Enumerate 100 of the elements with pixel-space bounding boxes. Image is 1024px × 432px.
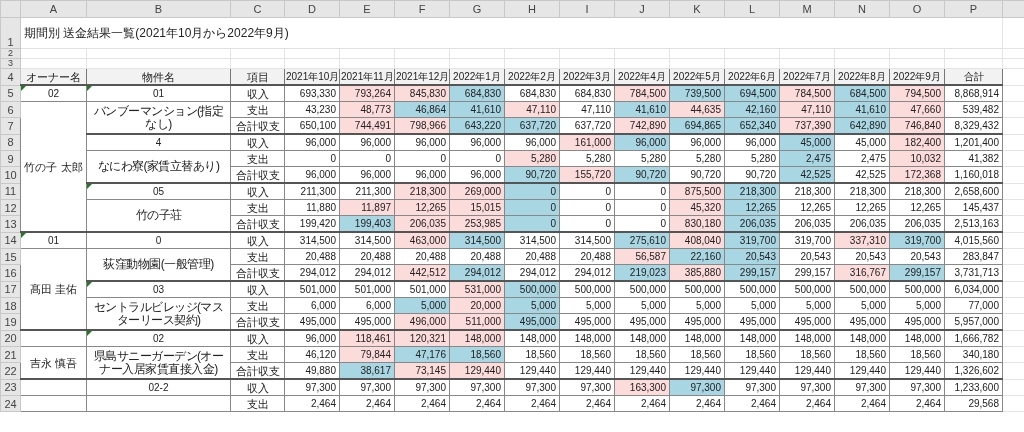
table-cell: 501,000 [339, 281, 395, 298]
table-cell: 96,000 [724, 134, 780, 151]
table-cell: 6,034,000 [944, 281, 1003, 298]
table-cell: 314,500 [559, 232, 615, 249]
column-header[interactable]: C [230, 0, 285, 18]
column-header[interactable]: O [889, 0, 945, 18]
column-header[interactable]: N [834, 0, 890, 18]
table-cell: 314,500 [339, 232, 395, 249]
table-cell: 45,000 [834, 134, 890, 151]
table-cell: 4,015,560 [944, 232, 1003, 249]
column-header[interactable]: P [944, 0, 1003, 18]
table-cell: 97,300 [779, 379, 835, 396]
table-cell: 314,500 [284, 232, 340, 249]
column-header[interactable]: E [339, 0, 395, 18]
table-cell: 97,300 [284, 379, 340, 396]
table-cell: 97,300 [834, 379, 890, 396]
table-cell: 0 [86, 232, 231, 249]
column-header[interactable]: J [614, 0, 670, 18]
table-cell: 96,000 [449, 134, 505, 151]
table-cell: 97,300 [724, 379, 780, 396]
table-cell: 97,300 [339, 379, 395, 396]
table-cell: 1,201,400 [944, 134, 1003, 151]
table-cell: 0 [504, 183, 560, 200]
table-cell: 500,000 [779, 281, 835, 298]
table-cell: 218,300 [724, 183, 780, 200]
owner-name: 髙田 圭佑 [20, 248, 87, 330]
table-cell: 500,000 [614, 281, 670, 298]
table-cell: 218,300 [779, 183, 835, 200]
table-cell: 275,610 [614, 232, 670, 249]
table-cell: 1,666,782 [944, 330, 1003, 347]
table-cell: 211,300 [284, 183, 340, 200]
column-header[interactable]: L [724, 0, 780, 18]
table-cell: 319,700 [889, 232, 945, 249]
table-cell: 118,461 [339, 330, 395, 347]
column-header[interactable]: K [669, 0, 725, 18]
table-cell: 501,000 [394, 281, 450, 298]
error-triangle-icon [87, 86, 92, 91]
table-cell: 218,300 [394, 183, 450, 200]
row-number[interactable]: 2 [0, 48, 21, 59]
error-triangle-icon [87, 184, 92, 189]
table-cell: 148,000 [724, 330, 780, 347]
table-cell: 148,000 [889, 330, 945, 347]
error-triangle-icon [21, 233, 26, 238]
table-cell: 収入 [230, 281, 285, 298]
table-cell: 314,500 [449, 232, 505, 249]
table-cell: 218,300 [889, 183, 945, 200]
table-cell: 500,000 [669, 281, 725, 298]
table-cell: 500,000 [559, 281, 615, 298]
table-cell: 501,000 [284, 281, 340, 298]
column-header[interactable]: B [86, 0, 231, 18]
table-cell: 96,000 [284, 134, 340, 151]
error-triangle-icon [87, 331, 92, 336]
column-header[interactable]: D [284, 0, 340, 18]
select-all-corner[interactable] [0, 0, 21, 18]
table-cell: 148,000 [504, 330, 560, 347]
table-cell: 収入 [230, 232, 285, 249]
table-cell: 01 [20, 232, 87, 249]
table-cell: 148,000 [614, 330, 670, 347]
table-cell: 4 [86, 134, 231, 151]
table-cell: 120,321 [394, 330, 450, 347]
table-cell: 182,400 [889, 134, 945, 151]
table-cell: 02 [86, 330, 231, 347]
table-cell: 45,000 [779, 134, 835, 151]
table-cell: 96,000 [394, 134, 450, 151]
table-cell: 96,000 [614, 134, 670, 151]
table-cell: 218,300 [834, 183, 890, 200]
table-cell: 05 [86, 183, 231, 200]
table-cell: 97,300 [889, 379, 945, 396]
column-header[interactable]: G [449, 0, 505, 18]
table-cell: 2,658,600 [944, 183, 1003, 200]
column-header[interactable]: A [20, 0, 87, 18]
table-cell: 148,000 [449, 330, 505, 347]
table-cell: 0 [559, 183, 615, 200]
table-cell: 163,300 [614, 379, 670, 396]
table-cell: 97,300 [559, 379, 615, 396]
table-cell: 96,000 [669, 134, 725, 151]
table-cell: 97,300 [449, 379, 505, 396]
table-cell: 1,233,600 [944, 379, 1003, 396]
table-cell: 875,500 [669, 183, 725, 200]
table-cell: 408,040 [669, 232, 725, 249]
table-cell: 500,000 [834, 281, 890, 298]
sheet-title: 期間別 送金結果一覧(2021年10月から2022年9月) [24, 26, 289, 40]
table-cell: 03 [86, 281, 231, 298]
table-cell: 211,300 [339, 183, 395, 200]
table-cell: 161,000 [559, 134, 615, 151]
error-triangle-icon [21, 86, 26, 91]
table-cell: 500,000 [504, 281, 560, 298]
table-cell: 収入 [230, 134, 285, 151]
table-cell: 148,000 [669, 330, 725, 347]
column-header[interactable]: I [559, 0, 615, 18]
table-cell: 96,000 [504, 134, 560, 151]
column-header[interactable]: M [779, 0, 835, 18]
row-number[interactable]: 3 [0, 58, 21, 69]
column-header[interactable]: H [504, 0, 560, 18]
table-cell: 収入 [230, 330, 285, 347]
table-cell: 319,700 [779, 232, 835, 249]
table-cell: 148,000 [779, 330, 835, 347]
column-header[interactable]: F [394, 0, 450, 18]
row-number[interactable]: 1 [0, 17, 21, 49]
table-cell: 97,300 [669, 379, 725, 396]
